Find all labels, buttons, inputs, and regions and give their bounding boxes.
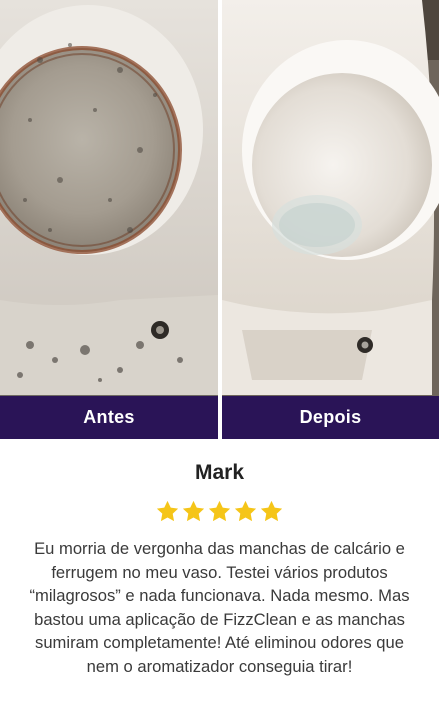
reviewer-name: Mark [194,461,245,484]
star-icon [182,500,205,522]
before-photo: Antes [0,0,218,439]
testimonial-card: Antes Depois Mark Eu morria de vergonha … [0,0,439,710]
after-photo: Depois [222,0,439,439]
before-label: Antes [83,407,135,427]
star-rating [0,499,439,524]
star-icon [156,500,179,522]
star-icon [260,500,283,522]
dirty-toilet-image [0,0,218,439]
after-label: Depois [299,407,362,427]
review-text: Eu morria de vergonha das manchas de cal… [29,539,410,676]
star-icon [208,500,231,522]
before-after-comparison: Antes Depois [0,0,439,439]
after-label-bar: Depois [222,396,439,439]
clean-toilet-image [222,0,439,439]
before-label-bar: Antes [0,396,218,439]
star-icon [234,500,257,522]
